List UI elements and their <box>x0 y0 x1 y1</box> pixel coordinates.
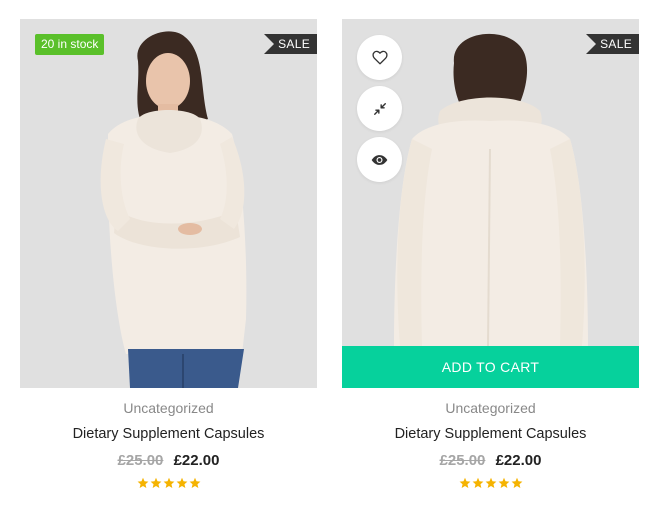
product-title-link[interactable]: Dietary Supplement Capsules <box>73 425 265 443</box>
old-price: £25.00 <box>439 452 486 469</box>
price-row: £25.00 £22.00 <box>342 451 639 471</box>
star-icon <box>137 477 148 488</box>
star-rating <box>342 477 639 491</box>
star-icon <box>472 477 483 488</box>
star-icon <box>511 477 522 488</box>
add-to-wishlist-button[interactable] <box>357 35 402 80</box>
compress-arrows-icon <box>373 102 386 115</box>
sale-price: £22.00 <box>495 452 542 469</box>
woman-sweater-front-photo <box>20 19 317 388</box>
star-icon <box>163 477 174 488</box>
eye-icon <box>371 154 388 165</box>
price-row: £25.00 £22.00 <box>20 451 317 471</box>
product-category-link[interactable]: Uncategorized <box>445 399 535 417</box>
product-card: SALE ADD TO CART Uncategorized Dietary S… <box>342 19 639 491</box>
star-icon <box>459 477 470 488</box>
star-rating <box>20 477 317 491</box>
old-price: £25.00 <box>117 452 164 469</box>
star-icon <box>498 477 509 488</box>
star-icon <box>485 477 496 488</box>
star-icon <box>150 477 161 488</box>
sale-price: £22.00 <box>173 452 220 469</box>
stock-badge: 20 in stock <box>35 34 105 55</box>
product-title-link[interactable]: Dietary Supplement Capsules <box>395 425 587 443</box>
quick-view-button[interactable] <box>357 137 402 182</box>
compare-button[interactable] <box>357 86 402 131</box>
star-icon <box>176 477 187 488</box>
add-to-cart-button[interactable]: ADD TO CART <box>342 346 639 388</box>
product-card: 20 in stock SALE Uncategorized Dietary S… <box>20 19 317 491</box>
product-info: Uncategorized Dietary Supplement Capsule… <box>20 388 317 491</box>
heart-icon <box>371 50 388 65</box>
product-info: Uncategorized Dietary Supplement Capsule… <box>342 388 639 491</box>
product-category-link[interactable]: Uncategorized <box>123 399 213 417</box>
star-icon <box>189 477 200 488</box>
product-image-container[interactable]: 20 in stock SALE <box>20 19 317 388</box>
product-image-container[interactable]: SALE ADD TO CART <box>342 19 639 388</box>
